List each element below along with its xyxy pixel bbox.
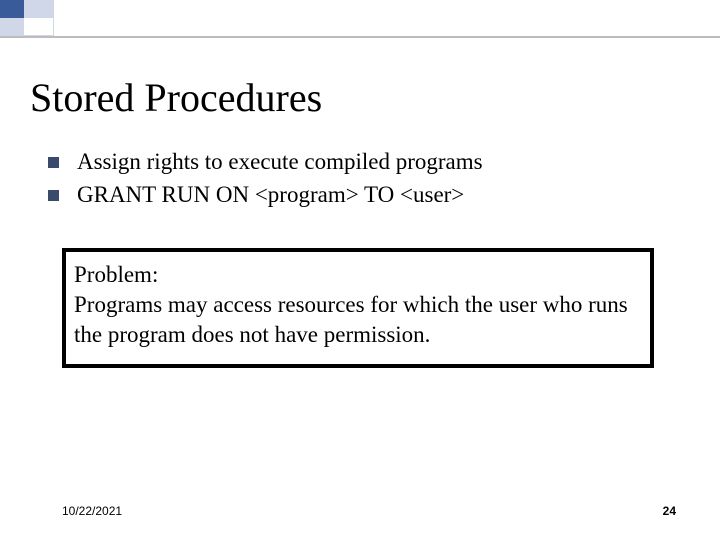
- top-rule: [0, 36, 720, 38]
- list-item: Assign rights to execute compiled progra…: [48, 148, 483, 177]
- deco-square-dark: [0, 0, 24, 18]
- deco-square-light-bottom: [0, 18, 24, 36]
- problem-body: Programs may access resources for which …: [74, 290, 642, 350]
- problem-box: Problem: Programs may access resources f…: [62, 248, 654, 368]
- bullet-text: Assign rights to execute compiled progra…: [77, 148, 483, 177]
- problem-label: Problem:: [74, 262, 642, 288]
- list-item: GRANT RUN ON <program> TO <user>: [48, 181, 483, 210]
- slide-title: Stored Procedures: [30, 74, 322, 121]
- slide: Stored Procedures Assign rights to execu…: [0, 0, 720, 540]
- bullet-text: GRANT RUN ON <program> TO <user>: [77, 181, 464, 210]
- deco-square-light-right: [24, 0, 54, 18]
- footer-page-number: 24: [663, 504, 676, 518]
- square-bullet-icon: [48, 190, 59, 201]
- footer-date: 10/22/2021: [62, 504, 122, 518]
- bullet-list: Assign rights to execute compiled progra…: [48, 148, 483, 214]
- deco-square-hollow: [24, 18, 54, 36]
- square-bullet-icon: [48, 157, 59, 168]
